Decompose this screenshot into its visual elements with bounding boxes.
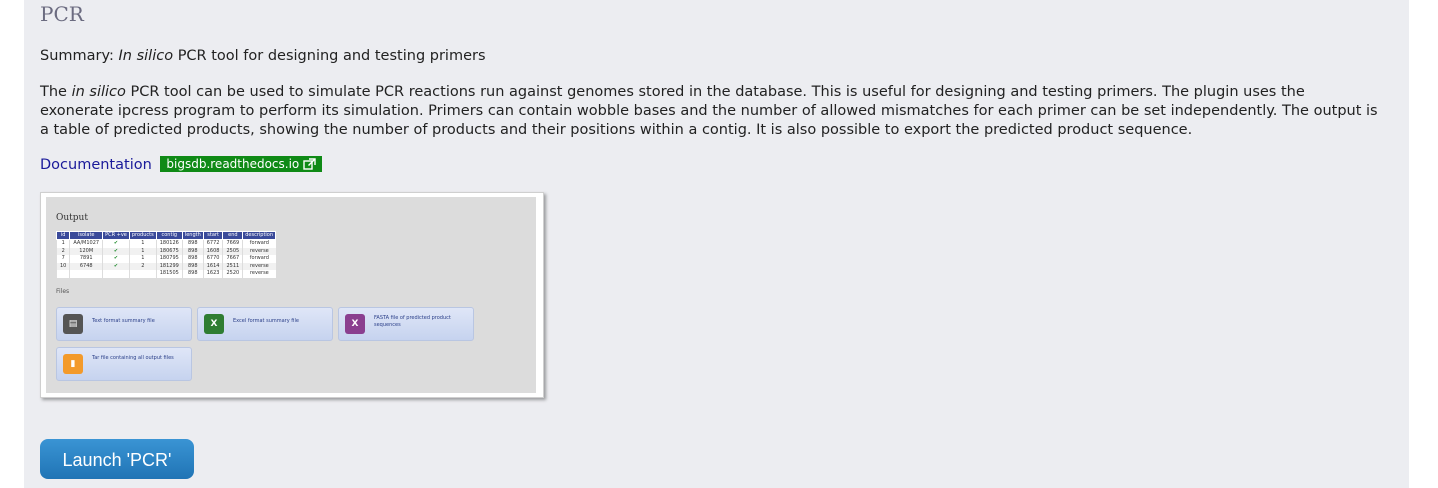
file-button-label: Tar file containing all output files (92, 355, 174, 361)
table-cell: 7669 (222, 239, 243, 248)
documentation-badge-label: bigsdb.readthedocs.io (166, 157, 300, 171)
table-header-cell: length (181, 231, 204, 240)
table-row: 181505 898 1623 2520 reverse (55, 270, 276, 278)
table-cell: AA/M1027 (69, 239, 103, 248)
table-header-cell: end (222, 231, 244, 240)
table-cell: 6772 (202, 239, 223, 248)
table-cell: 10 (55, 262, 70, 270)
table-row: 10 6748 ✔ 2 181299 898 1614 2511 reverse (55, 262, 276, 270)
table-cell: 1 (55, 239, 70, 248)
documentation-badge[interactable]: bigsdb.readthedocs.io (160, 156, 323, 172)
table-cell: 7 (55, 255, 70, 263)
tar-file-button: ▮ Tar file containing all output files (56, 347, 192, 381)
archive-file-icon: ▮ (63, 354, 83, 374)
table-header-cell: start (202, 231, 224, 240)
external-link-icon (303, 158, 316, 170)
table-cell: 898 (181, 247, 204, 255)
table-cell: 6748 (69, 262, 103, 270)
table-cell: reverse (242, 270, 276, 278)
table-cell: forward (242, 255, 276, 263)
table-cell (55, 270, 70, 278)
check-icon: ✔ (102, 247, 130, 255)
screenshot-output-heading: Output (56, 213, 88, 223)
screenshot-content: Output id isolate PCR +ve products contig len… (46, 197, 536, 393)
table-row: 1 AA/M1027 ✔ 1 180126 898 6772 7669 forward (55, 239, 276, 248)
check-icon: ✔ (102, 255, 130, 263)
table-cell: 2 (55, 247, 70, 255)
table-cell: 1614 (202, 262, 223, 270)
launch-pcr-button[interactable]: Launch 'PCR' (40, 439, 194, 479)
excel-file-icon: X (204, 314, 224, 334)
fasta-file-button: X FASTA file of predicted product sequen… (338, 307, 474, 341)
table-cell: 898 (181, 262, 204, 270)
table-cell: 1 (128, 247, 157, 255)
table-cell: 181505 (155, 270, 183, 278)
table-cell: 1623 (202, 270, 223, 278)
plugin-description: The in silico PCR tool can be used to si… (40, 83, 1380, 140)
file-button-label: Excel format summary file (233, 318, 299, 324)
table-cell: forward (242, 239, 276, 248)
table-header-cell: id (55, 231, 71, 240)
table-cell: 6770 (202, 255, 223, 263)
table-cell: 120M (69, 247, 103, 255)
table-cell: 2511 (222, 262, 243, 270)
table-cell: 7891 (69, 255, 103, 263)
table-cell: 898 (181, 239, 204, 248)
table-cell (128, 270, 157, 278)
desc-italic: in silico (71, 84, 126, 100)
table-cell: 1 (128, 239, 157, 248)
table-cell: 898 (181, 270, 204, 278)
check-icon (102, 270, 130, 278)
table-cell: 1 (128, 255, 157, 263)
summary-text: PCR tool for designing and testing prime… (177, 48, 486, 64)
table-cell: 1608 (202, 247, 223, 255)
table-cell: 898 (181, 255, 204, 263)
table-cell: 181299 (155, 262, 183, 270)
table-row: 7 7891 ✔ 1 180795 898 6770 7667 forward (55, 255, 276, 263)
page-title: PCR (40, 2, 84, 26)
table-header-row: id isolate PCR +ve products contig length star… (55, 231, 277, 240)
table-header-cell: description (242, 231, 277, 240)
table-cell: reverse (242, 262, 276, 270)
table-cell: reverse (242, 247, 276, 255)
plugin-panel: PCR Summary: In silico PCR tool for desi… (24, 0, 1409, 488)
table-cell: 7667 (222, 255, 243, 263)
documentation-link[interactable]: Documentation (40, 157, 152, 173)
desc-text: PCR tool can be used to simulate PCR rea… (40, 84, 1378, 138)
table-header-cell: PCR +ve (102, 231, 130, 240)
text-summary-file-button: ▤ Text format summary file (56, 307, 192, 341)
table-cell: 2520 (222, 270, 243, 278)
fasta-file-icon: X (345, 314, 365, 334)
table-cell: 180795 (155, 255, 183, 263)
table-header-cell: products (128, 231, 157, 240)
summary-label: Summary: (40, 48, 114, 64)
documentation-row: Documentation bigsdb.readthedocs.io (40, 156, 323, 173)
screenshot-output-table: id isolate PCR +ve products contig length star… (55, 231, 277, 278)
example-output-screenshot: Output id isolate PCR +ve products contig len… (40, 192, 544, 398)
excel-summary-file-button: X Excel format summary file (197, 307, 333, 341)
desc-prefix: The (40, 84, 67, 100)
file-button-label: FASTA file of predicted product sequence… (374, 315, 451, 328)
table-header-cell: contig (155, 231, 183, 240)
summary-italic: In silico (118, 48, 174, 64)
text-file-icon: ▤ (63, 314, 83, 334)
table-cell: 180126 (155, 239, 183, 248)
table-cell (69, 270, 103, 278)
check-icon: ✔ (102, 262, 130, 270)
table-row: 2 120M ✔ 1 180675 898 1608 2505 reverse (55, 247, 276, 255)
table-cell: 180675 (155, 247, 183, 255)
check-icon: ✔ (102, 239, 130, 248)
file-button-label: Text format summary file (92, 318, 155, 324)
table-header-cell: isolate (69, 231, 104, 240)
plugin-summary: Summary: In silico PCR tool for designin… (40, 48, 486, 64)
table-cell: 2 (128, 262, 157, 270)
screenshot-files-heading: Files (56, 288, 70, 295)
table-cell: 2505 (222, 247, 243, 255)
